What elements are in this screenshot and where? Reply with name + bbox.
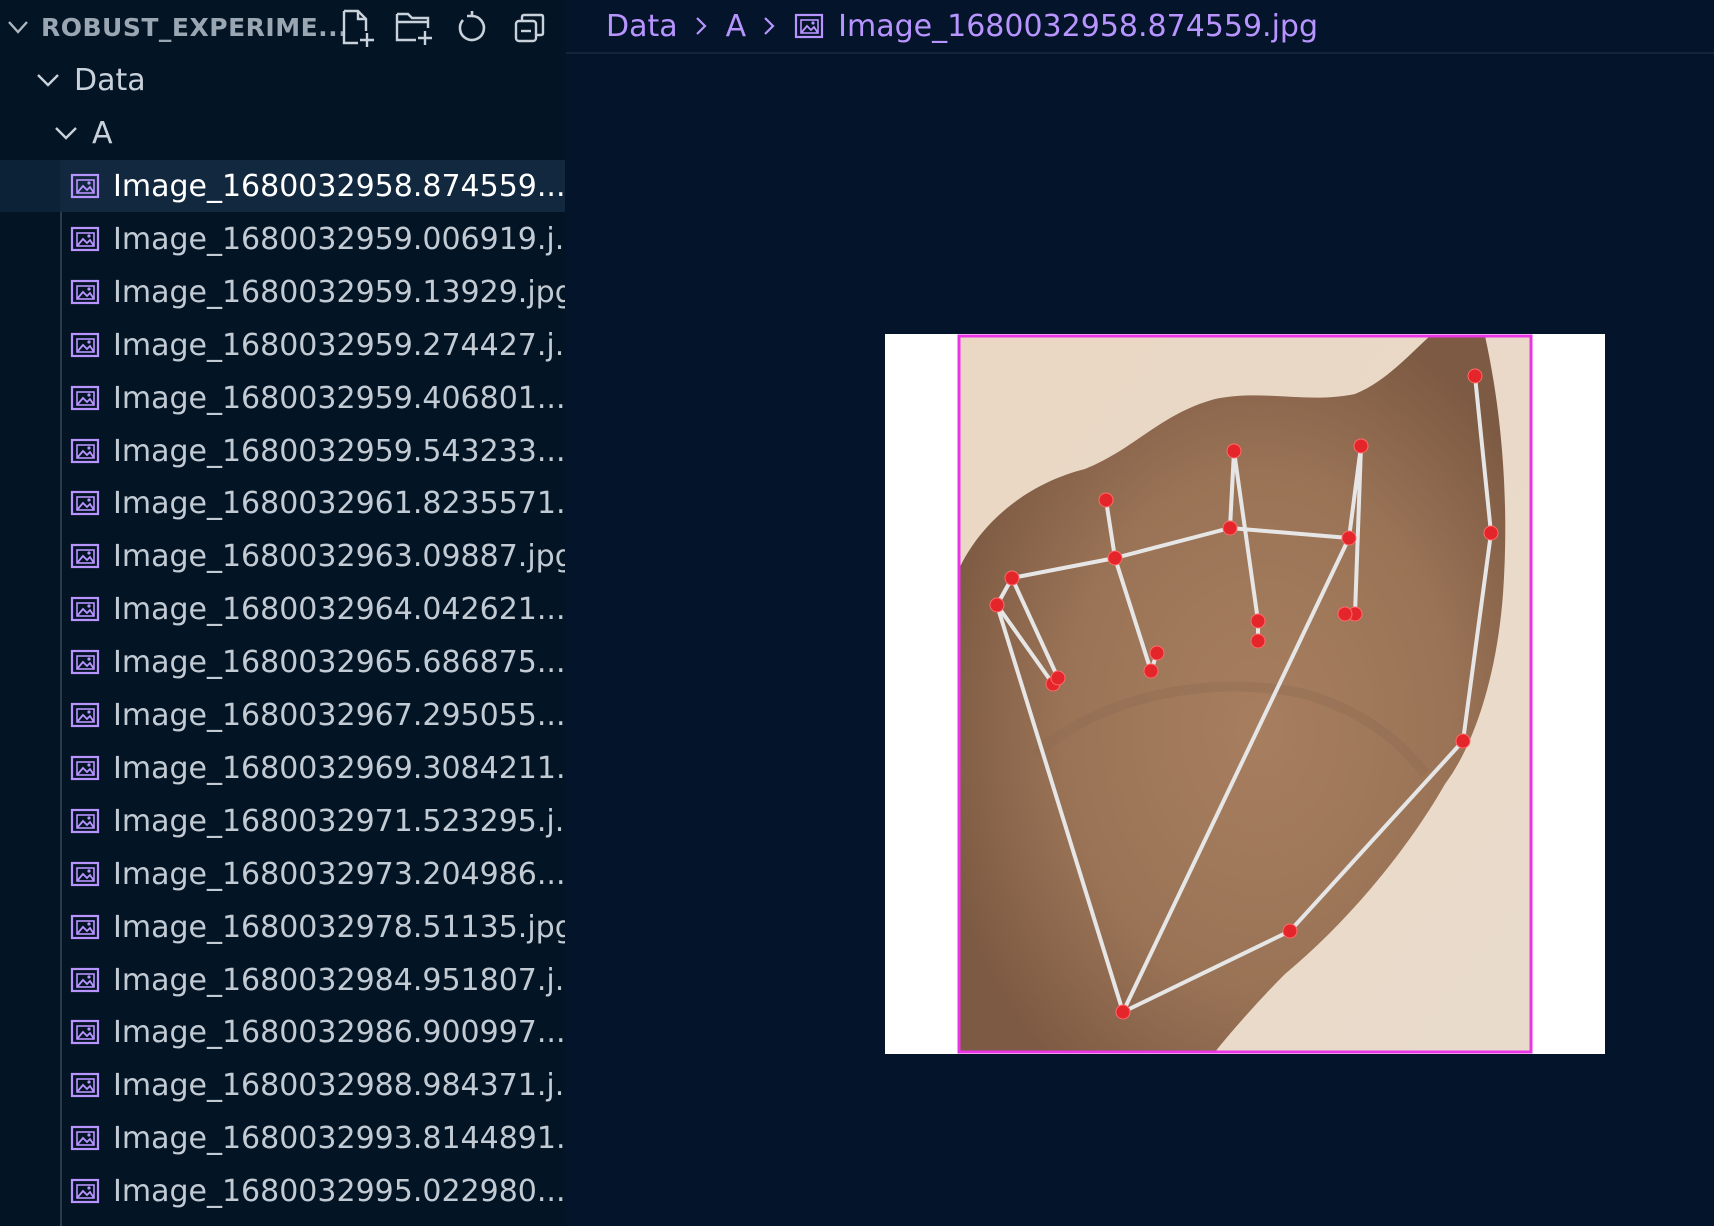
breadcrumb-item[interactable]: Data: [606, 9, 678, 44]
folder-data[interactable]: Data: [34, 54, 146, 106]
file-item[interactable]: Image_1680032986.900997...: [60, 1006, 565, 1058]
image-file-icon: [70, 279, 100, 305]
file-label: Image_1680032965.686875...: [113, 644, 565, 680]
image-file-icon: [70, 1072, 100, 1098]
collapse-all-button[interactable]: [510, 8, 550, 48]
file-item[interactable]: Image_1680032959.13929.jpg: [60, 266, 565, 318]
image-file-icon: [70, 1125, 100, 1151]
image-file-icon: [70, 914, 100, 940]
hand-landmark-image: [957, 334, 1533, 1054]
file-item[interactable]: Image_1680032988.984371.j...: [60, 1059, 565, 1111]
new-file-button[interactable]: [338, 8, 378, 48]
new-folder-button[interactable]: [394, 8, 434, 48]
chevron-right-icon: [695, 17, 707, 35]
chevron-down-icon[interactable]: [34, 66, 62, 94]
refresh-button[interactable]: [452, 8, 492, 48]
image-file-icon: [70, 173, 100, 199]
file-item[interactable]: Image_1680032959.006919.j...: [60, 213, 565, 265]
file-item[interactable]: Image_1680032959.543233....: [60, 425, 565, 477]
file-label: Image_1680032984.951807.j...: [113, 962, 565, 998]
chevron-down-icon[interactable]: [52, 119, 80, 147]
image-file-icon: [795, 13, 824, 39]
file-item[interactable]: Image_1680032984.951807.j...: [60, 954, 565, 1006]
file-item[interactable]: Image_1680032995.022980...: [60, 1165, 565, 1217]
new-file-icon: [342, 9, 374, 47]
breadcrumb-item[interactable]: A: [726, 9, 747, 44]
breadcrumb-item[interactable]: Image_1680032958.874559.jpg: [838, 9, 1318, 44]
file-item[interactable]: Image_1680032963.09887.jpg: [60, 530, 565, 582]
image-file-icon: [70, 1178, 100, 1204]
file-item[interactable]: Image_1680032967.295055...: [60, 689, 565, 741]
image-file-icon: [70, 1019, 100, 1045]
file-label: Image_1680032963.09887.jpg: [113, 538, 565, 574]
image-file-icon: [70, 490, 100, 516]
image-file-icon: [70, 385, 100, 411]
image-preview: [885, 334, 1605, 1054]
image-file-icon: [70, 226, 100, 252]
breadcrumb: Data A Image_1680032958.874559.jpg: [566, 0, 1714, 54]
workspace-title: ROBUST_EXPERIME...: [41, 13, 349, 42]
image-file-icon: [70, 755, 100, 781]
image-file-icon: [70, 649, 100, 675]
file-label: Image_1680032961.8235571...: [113, 485, 565, 521]
explorer-sidebar: ROBUST_EXPERIME... Data A Image_16800329…: [0, 0, 566, 1226]
file-item[interactable]: Image_1680032959.274427.j...: [60, 319, 565, 371]
image-file-icon: [70, 861, 100, 887]
file-label: Image_1680032993.8144891...: [113, 1120, 565, 1156]
new-folder-icon: [395, 12, 432, 45]
folder-label: A: [92, 115, 113, 151]
app-window: ROBUST_EXPERIME... Data A Image_16800329…: [0, 0, 1714, 1226]
image-file-icon: [70, 438, 100, 464]
image-file-icon: [70, 702, 100, 728]
file-item[interactable]: Image_1680032958.874559....: [60, 160, 565, 212]
collapse-all-icon: [514, 13, 545, 43]
file-label: Image_1680032959.274427.j...: [113, 327, 565, 363]
file-label: Image_1680032971.523295.j...: [113, 803, 565, 839]
file-item[interactable]: Image_1680032964.042621...: [60, 583, 565, 635]
file-label: Image_1680032964.042621...: [113, 591, 565, 627]
file-item[interactable]: Image_1680032993.8144891...: [60, 1112, 565, 1164]
image-file-icon: [70, 967, 100, 993]
image-file-icon: [70, 543, 100, 569]
file-item[interactable]: Image_1680032978.51135.jpg: [60, 901, 565, 953]
file-label: Image_1680032973.204986...: [113, 856, 565, 892]
image-file-icon: [70, 808, 100, 834]
file-label: Image_1680032988.984371.j...: [113, 1067, 565, 1103]
file-item[interactable]: Image_1680032965.686875...: [60, 636, 565, 688]
file-label: Image_1680032969.3084211...: [113, 750, 565, 786]
file-item[interactable]: Image_1680032969.3084211...: [60, 742, 565, 794]
file-label: Image_1680032959.406801....: [113, 380, 565, 416]
file-label: Image_1680032995.022980...: [113, 1173, 565, 1209]
file-label: Image_1680032958.874559....: [113, 168, 565, 204]
file-item[interactable]: Image_1680032959.406801....: [60, 372, 565, 424]
file-item[interactable]: Image_1680032971.523295.j...: [60, 795, 565, 847]
chevron-right-icon: [764, 17, 775, 35]
file-label: Image_1680032959.13929.jpg: [113, 274, 565, 310]
chevron-down-icon[interactable]: [5, 14, 31, 40]
file-label: Image_1680032959.543233....: [113, 433, 565, 469]
file-item[interactable]: Image_1680032961.8235571...: [60, 477, 565, 529]
file-label: Image_1680032986.900997...: [113, 1014, 565, 1050]
file-label: Image_1680032967.295055...: [113, 697, 565, 733]
image-file-icon: [70, 332, 100, 358]
refresh-icon: [458, 11, 486, 42]
image-editor: Data A Image_1680032958.874559.jpg: [566, 0, 1714, 1226]
file-label: Image_1680032978.51135.jpg: [113, 909, 565, 945]
folder-a[interactable]: A: [52, 107, 113, 159]
folder-label: Data: [74, 62, 146, 98]
image-file-icon: [70, 596, 100, 622]
file-label: Image_1680032959.006919.j...: [113, 221, 565, 257]
file-item[interactable]: Image_1680032973.204986...: [60, 848, 565, 900]
